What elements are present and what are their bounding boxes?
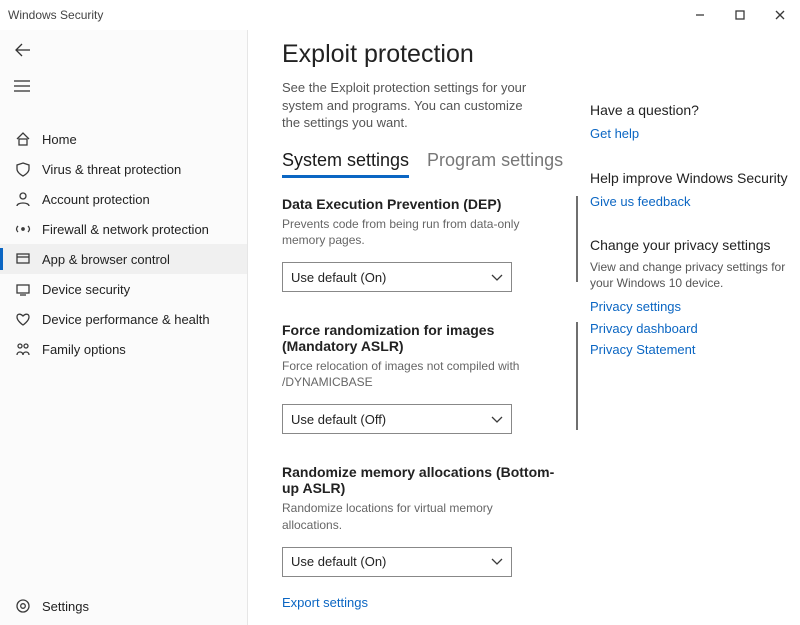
chevron-down-icon [491,554,503,569]
hamburger-icon [14,80,30,92]
family-icon [12,341,34,357]
setting-dep: Data Execution Prevention (DEP) Prevents… [282,196,570,292]
setting-bottomup-aslr: Randomize memory allocations (Bottom-up … [282,464,570,576]
title-bar: Windows Security [0,0,800,30]
heart-icon [12,311,34,327]
aside-desc: View and change privacy settings for you… [590,259,788,291]
device-security-icon [12,281,34,297]
sidebar-item-label: Device security [42,282,130,297]
sidebar-item-virus-threat[interactable]: Virus & threat protection [0,154,247,184]
sidebar-item-firewall[interactable]: Firewall & network protection [0,214,247,244]
app-browser-icon [12,251,34,267]
setting-desc: Randomize locations for virtual memory a… [282,500,552,532]
setting-title: Randomize memory allocations (Bottom-up … [282,464,570,496]
minimize-icon [695,10,705,20]
menu-button[interactable] [0,68,247,104]
maximize-button[interactable] [720,0,760,30]
mandatory-aslr-dropdown[interactable]: Use default (Off) [282,404,512,434]
window-title: Windows Security [8,8,103,22]
sidebar-item-settings[interactable]: Settings [0,587,247,625]
back-arrow-icon [14,43,32,57]
sidebar-item-label: Device performance & health [42,312,210,327]
get-help-link[interactable]: Get help [590,124,788,144]
tab-system-settings[interactable]: System settings [282,150,409,178]
sidebar-item-label: Family options [42,342,126,357]
tab-program-settings[interactable]: Program settings [427,150,563,178]
sidebar-item-device-security[interactable]: Device security [0,274,247,304]
chevron-down-icon [491,412,503,427]
tabs: System settings Program settings [282,150,570,178]
export-settings-link[interactable]: Export settings [282,595,570,610]
back-button[interactable] [0,32,247,68]
close-button[interactable] [760,0,800,30]
aside-question: Have a question? Get help [590,102,788,144]
chevron-down-icon [491,270,503,285]
sidebar: Home Virus & threat protection Account p… [0,30,248,625]
setting-title: Force randomization for images (Mandator… [282,322,570,354]
aside-improve: Help improve Windows Security Give us fe… [590,170,788,212]
main-column: Exploit protection See the Exploit prote… [282,40,570,625]
sidebar-item-label: App & browser control [42,252,170,267]
minimize-button[interactable] [680,0,720,30]
aside-heading: Help improve Windows Security [590,170,788,186]
sidebar-item-label: Settings [42,599,89,614]
bottomup-aslr-dropdown[interactable]: Use default (On) [282,547,512,577]
sidebar-item-label: Firewall & network protection [42,222,209,237]
sidebar-item-account-protection[interactable]: Account protection [0,184,247,214]
page-title: Exploit protection [282,40,570,69]
home-icon [12,131,34,147]
feedback-link[interactable]: Give us feedback [590,192,788,212]
person-icon [12,191,34,207]
signal-icon [12,221,34,237]
page-subtitle: See the Exploit protection settings for … [282,79,542,132]
aside-heading: Change your privacy settings [590,237,788,253]
setting-title: Data Execution Prevention (DEP) [282,196,570,212]
privacy-settings-link[interactable]: Privacy settings [590,297,788,317]
sidebar-item-label: Account protection [42,192,150,207]
sidebar-item-label: Virus & threat protection [42,162,181,177]
shield-icon [12,161,34,177]
aside-heading: Have a question? [590,102,788,118]
sidebar-item-label: Home [42,132,77,147]
setting-desc: Prevents code from being run from data-o… [282,216,552,248]
sidebar-item-home[interactable]: Home [0,124,247,154]
close-icon [775,10,785,20]
dep-dropdown[interactable]: Use default (On) [282,262,512,292]
scroll-indicator [576,196,578,282]
sidebar-item-device-performance[interactable]: Device performance & health [0,304,247,334]
sidebar-item-family-options[interactable]: Family options [0,334,247,364]
privacy-dashboard-link[interactable]: Privacy dashboard [590,319,788,339]
scroll-indicator [576,322,578,430]
aside-privacy: Change your privacy settings View and ch… [590,237,788,360]
privacy-statement-link[interactable]: Privacy Statement [590,340,788,360]
maximize-icon [735,10,745,20]
dropdown-value: Use default (On) [291,270,386,285]
aside-column: Have a question? Get help Help improve W… [590,40,788,625]
dropdown-value: Use default (On) [291,554,386,569]
dropdown-value: Use default (Off) [291,412,386,427]
gear-icon [12,598,34,614]
setting-mandatory-aslr: Force randomization for images (Mandator… [282,322,570,434]
setting-desc: Force relocation of images not compiled … [282,358,552,390]
sidebar-item-app-browser[interactable]: App & browser control [0,244,247,274]
